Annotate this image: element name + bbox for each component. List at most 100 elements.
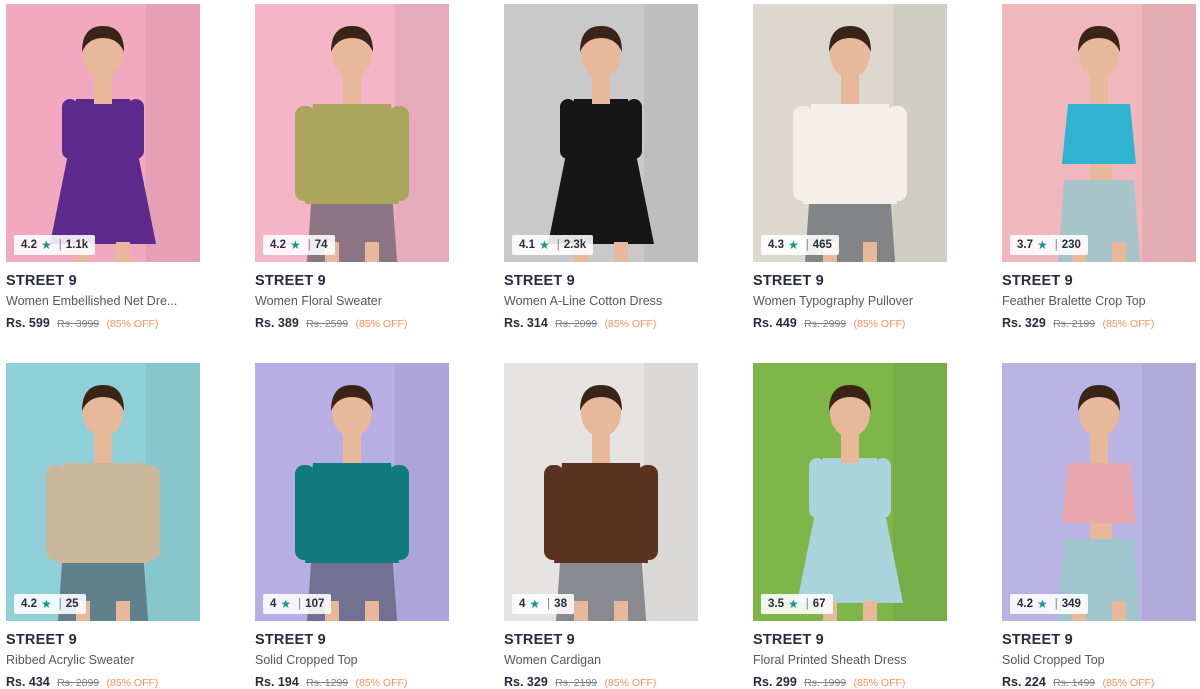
product-mrp: Rs. 1499 xyxy=(1053,677,1096,689)
product-card[interactable]: 4.1 ★ | 2.3k STREET 9 Women A-Line Cotto… xyxy=(504,4,698,330)
product-photo xyxy=(255,4,449,262)
product-image[interactable]: 4.1 ★ | 2.3k xyxy=(504,4,698,262)
product-title[interactable]: Women Floral Sweater xyxy=(255,294,435,308)
product-title[interactable]: Feather Bralette Crop Top xyxy=(1002,294,1182,308)
product-card[interactable]: 4.2 ★ | 25 STREET 9 Ribbed Acrylic Sweat… xyxy=(6,363,200,689)
star-icon: ★ xyxy=(788,597,799,611)
product-card[interactable]: 4.3 ★ | 465 STREET 9 Women Typography Pu… xyxy=(753,4,947,330)
product-discount: (85% OFF) xyxy=(106,318,159,330)
product-title[interactable]: Ribbed Acrylic Sweater xyxy=(6,653,186,667)
price-row: Rs. 299 Rs. 1999 (85% OFF) xyxy=(753,675,947,689)
product-brand[interactable]: STREET 9 xyxy=(1002,273,1196,289)
product-card[interactable]: 4.2 ★ | 1.1k STREET 9 Women Embellished … xyxy=(6,4,200,330)
product-card[interactable]: 4 ★ | 107 STREET 9 Solid Cropped Top Rs.… xyxy=(255,363,449,689)
product-brand[interactable]: STREET 9 xyxy=(6,632,200,648)
rating-badge: 3.7 ★ | 230 xyxy=(1010,235,1088,255)
price-row: Rs. 389 Rs. 2599 (85% OFF) xyxy=(255,316,449,330)
rating-badge: 4.1 ★ | 2.3k xyxy=(512,235,594,255)
product-discount: (85% OFF) xyxy=(604,677,657,689)
product-card[interactable]: 3.5 ★ | 67 STREET 9 Floral Printed Sheat… xyxy=(753,363,947,689)
product-title[interactable]: Solid Cropped Top xyxy=(255,653,435,667)
product-mrp: Rs. 3999 xyxy=(57,318,100,330)
rating-separator: | xyxy=(1054,598,1058,610)
product-price: Rs. 329 xyxy=(1002,316,1046,330)
product-brand[interactable]: STREET 9 xyxy=(6,273,200,289)
price-row: Rs. 449 Rs. 2999 (85% OFF) xyxy=(753,316,947,330)
price-row: Rs. 224 Rs. 1499 (85% OFF) xyxy=(1002,675,1196,689)
price-row: Rs. 194 Rs. 1299 (85% OFF) xyxy=(255,675,449,689)
product-price: Rs. 224 xyxy=(1002,675,1046,689)
product-title[interactable]: Women Cardigan xyxy=(504,653,684,667)
product-brand[interactable]: STREET 9 xyxy=(753,273,947,289)
rating-badge: 4 ★ | 38 xyxy=(512,594,574,614)
rating-separator: | xyxy=(805,598,809,610)
product-card[interactable]: 4 ★ | 38 STREET 9 Women Cardigan Rs. 329… xyxy=(504,363,698,689)
star-icon: ★ xyxy=(280,597,292,611)
product-title[interactable]: Women A-Line Cotton Dress xyxy=(504,294,684,308)
rating-count: 67 xyxy=(812,598,826,610)
product-photo xyxy=(504,363,698,621)
product-photo xyxy=(255,363,449,621)
product-image[interactable]: 3.5 ★ | 67 xyxy=(753,363,947,621)
product-brand[interactable]: STREET 9 xyxy=(504,632,698,648)
product-discount: (85% OFF) xyxy=(853,318,906,330)
product-image[interactable]: 4.2 ★ | 1.1k xyxy=(6,4,200,262)
rating-count: 2.3k xyxy=(563,239,587,251)
rating-badge: 4.2 ★ | 74 xyxy=(263,235,335,255)
product-photo xyxy=(6,4,200,262)
product-mrp: Rs. 2899 xyxy=(57,677,100,689)
rating-separator: | xyxy=(307,239,311,251)
product-image[interactable]: 4.2 ★ | 25 xyxy=(6,363,200,621)
product-card[interactable]: 4.2 ★ | 349 STREET 9 Solid Cropped Top R… xyxy=(1002,363,1196,689)
product-image[interactable]: 3.7 ★ | 230 xyxy=(1002,4,1196,262)
rating-separator: | xyxy=(805,239,809,251)
product-brand[interactable]: STREET 9 xyxy=(255,273,449,289)
product-title[interactable]: Women Embellished Net Dre... xyxy=(6,294,186,308)
price-row: Rs. 329 Rs. 2199 (85% OFF) xyxy=(504,675,698,689)
star-icon: ★ xyxy=(529,597,541,611)
product-title[interactable]: Women Typography Pullover xyxy=(753,294,933,308)
product-image[interactable]: 4.2 ★ | 349 xyxy=(1002,363,1196,621)
product-brand[interactable]: STREET 9 xyxy=(504,273,698,289)
rating-badge: 4 ★ | 107 xyxy=(263,594,332,614)
product-image[interactable]: 4 ★ | 38 xyxy=(504,363,698,621)
product-brand[interactable]: STREET 9 xyxy=(255,632,449,648)
rating-separator: | xyxy=(58,598,62,610)
product-price: Rs. 449 xyxy=(753,316,797,330)
product-photo xyxy=(504,4,698,262)
rating-count: 38 xyxy=(554,598,567,610)
rating-count: 107 xyxy=(305,598,325,610)
rating-separator: | xyxy=(58,239,62,251)
rating-value: 4 xyxy=(519,598,526,610)
product-brand[interactable]: STREET 9 xyxy=(753,632,947,648)
star-icon: ★ xyxy=(41,238,52,252)
rating-count: 1.1k xyxy=(65,239,89,251)
rating-separator: | xyxy=(556,239,560,251)
product-photo xyxy=(6,363,200,621)
rating-separator: | xyxy=(547,598,551,610)
product-grid: 4.2 ★ | 1.1k STREET 9 Women Embellished … xyxy=(0,0,1200,689)
product-photo xyxy=(1002,363,1196,621)
price-row: Rs. 434 Rs. 2899 (85% OFF) xyxy=(6,675,200,689)
rating-value: 4.1 xyxy=(519,239,535,251)
rating-badge: 4.2 ★ | 25 xyxy=(14,594,86,614)
product-brand[interactable]: STREET 9 xyxy=(1002,632,1196,648)
rating-count: 465 xyxy=(812,239,832,251)
product-title[interactable]: Solid Cropped Top xyxy=(1002,653,1182,667)
rating-value: 4.3 xyxy=(768,239,784,251)
product-discount: (85% OFF) xyxy=(604,318,657,330)
rating-value: 3.7 xyxy=(1017,239,1033,251)
product-card[interactable]: 3.7 ★ | 230 STREET 9 Feather Bralette Cr… xyxy=(1002,4,1196,330)
product-discount: (85% OFF) xyxy=(1102,677,1155,689)
rating-badge: 4.2 ★ | 349 xyxy=(1010,594,1088,614)
product-price: Rs. 194 xyxy=(255,675,299,689)
rating-value: 3.5 xyxy=(768,598,784,610)
product-title[interactable]: Floral Printed Sheath Dress xyxy=(753,653,933,667)
product-image[interactable]: 4.3 ★ | 465 xyxy=(753,4,947,262)
product-image[interactable]: 4 ★ | 107 xyxy=(255,363,449,621)
product-image[interactable]: 4.2 ★ | 74 xyxy=(255,4,449,262)
product-mrp: Rs. 2099 xyxy=(555,318,598,330)
product-card[interactable]: 4.2 ★ | 74 STREET 9 Women Floral Sweater… xyxy=(255,4,449,330)
rating-separator: | xyxy=(1054,239,1058,251)
rating-badge: 4.2 ★ | 1.1k xyxy=(14,235,96,255)
